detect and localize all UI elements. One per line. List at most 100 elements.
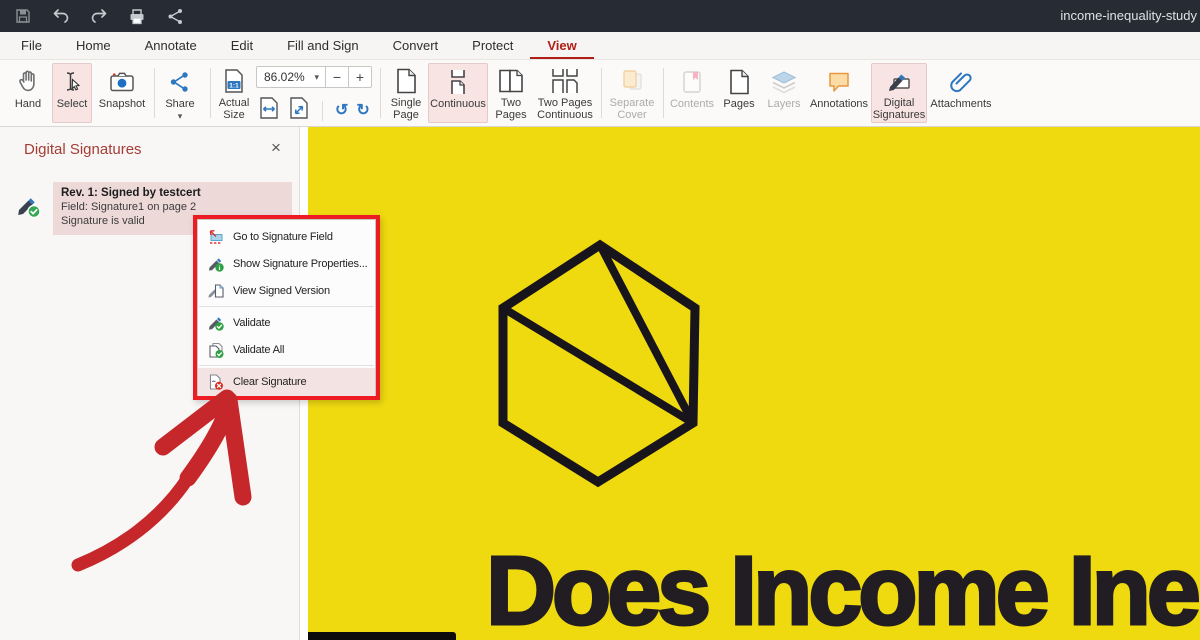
hand-tool-button[interactable]: Hand <box>6 63 50 123</box>
svg-text:1:1: 1:1 <box>229 83 239 90</box>
single-page-button[interactable]: Single Page <box>385 63 427 123</box>
pages-button[interactable]: Pages <box>719 63 759 123</box>
signature-context-menu-callout: Go to Signature Field i Show Signature P… <box>193 215 380 400</box>
menu-item-validate-all[interactable]: Validate All <box>198 336 375 363</box>
continuous-icon <box>446 67 470 97</box>
goto-signature-field-icon <box>208 229 224 245</box>
two-pages-icon <box>497 67 525 96</box>
hand-label: Hand <box>15 98 41 111</box>
zoom-dropdown-caret[interactable]: ▾ <box>314 72 325 83</box>
poster-headline: Does Income Ine <box>486 535 1197 640</box>
share-icon[interactable] <box>166 7 184 25</box>
menu-annotate[interactable]: Annotate <box>128 32 214 59</box>
pages-icon <box>728 67 750 97</box>
share-dropdown-caret: ▾ <box>178 112 183 121</box>
menu-separator <box>199 306 374 307</box>
contents-label: Contents <box>670 98 714 111</box>
two-pages-continuous-button[interactable]: Two Pages Continuous <box>533 63 597 123</box>
menu-edit[interactable]: Edit <box>214 32 270 59</box>
signature-context-menu: Go to Signature Field i Show Signature P… <box>197 219 376 396</box>
menu-item-validate[interactable]: Validate <box>198 309 375 336</box>
snapshot-label: Snapshot <box>99 98 145 111</box>
menu-protect[interactable]: Protect <box>455 32 530 59</box>
save-icon[interactable] <box>14 7 32 25</box>
redo-icon[interactable] <box>90 7 108 25</box>
select-label: Select <box>57 98 88 111</box>
annotations-label: Annotations <box>810 98 868 111</box>
menubar: File Home Annotate Edit Fill and Sign Co… <box>0 32 1200 60</box>
share-button[interactable]: Share ▾ <box>158 63 202 123</box>
clear-signature-icon <box>208 374 224 390</box>
titlebar: income-inequality-study <box>0 0 1200 32</box>
zoom-level-value[interactable]: 86.02% <box>257 70 314 84</box>
digital-signatures-label: Digital Signatures <box>872 97 926 122</box>
menu-home[interactable]: Home <box>59 32 128 59</box>
pdf-page: Does Income Ine <box>308 127 1200 640</box>
panel-close-icon[interactable]: × <box>265 137 287 159</box>
layers-button: Layers <box>761 63 807 123</box>
single-page-label: Single Page <box>386 97 426 122</box>
menu-item-show-signature-properties[interactable]: i Show Signature Properties... <box>198 250 375 277</box>
menu-item-label: Show Signature Properties... <box>233 258 367 270</box>
document-viewport[interactable]: Does Income Ine <box>300 127 1200 640</box>
rotate-right-icon[interactable]: ↻ <box>356 103 369 119</box>
signature-title: Rev. 1: Signed by testcert <box>61 187 284 199</box>
contents-button: Contents <box>667 63 717 123</box>
zoom-in-button[interactable]: + <box>349 69 371 85</box>
toolbar: Hand Select Snapshot Share ▾ 1:1 Actual … <box>0 60 1200 127</box>
actual-size-button[interactable]: 1:1 Actual Size <box>213 63 255 123</box>
select-tool-button[interactable]: Select <box>52 63 92 123</box>
digital-signatures-button[interactable]: Digital Signatures <box>871 63 927 123</box>
attachments-label: Attachments <box>930 98 991 111</box>
signature-valid-icon <box>16 193 42 224</box>
poster-footer-bar <box>308 632 456 640</box>
pages-label: Pages <box>723 98 754 111</box>
menu-item-goto-signature-field[interactable]: Go to Signature Field <box>198 223 375 250</box>
menu-item-label: Clear Signature <box>233 376 306 388</box>
two-pages-label: Two Pages <box>491 97 531 122</box>
window-title: income-inequality-study <box>1060 0 1197 32</box>
layers-icon <box>770 67 798 97</box>
menu-item-clear-signature[interactable]: Clear Signature <box>198 368 375 396</box>
single-page-icon <box>395 67 417 96</box>
menu-file[interactable]: File <box>4 32 59 59</box>
hexagon-logo <box>488 227 718 502</box>
snapshot-button[interactable]: Snapshot <box>94 63 150 123</box>
fit-width-icon[interactable] <box>258 96 280 125</box>
continuous-label: Continuous <box>430 98 486 111</box>
actual-size-label: Actual Size <box>213 97 255 122</box>
signature-field-info: Field: Signature1 on page 2 <box>61 201 284 213</box>
zoom-out-button[interactable]: − <box>326 69 348 85</box>
zoom-level-control[interactable]: 86.02% ▾ − + <box>256 66 372 88</box>
rotate-left-icon[interactable]: ↺ <box>335 103 348 119</box>
undo-icon[interactable] <box>52 7 70 25</box>
fit-page-icon[interactable] <box>288 96 310 125</box>
menu-item-view-signed-version[interactable]: View Signed Version <box>198 277 375 304</box>
share-nodes-icon <box>168 67 192 97</box>
contents-icon <box>681 67 703 97</box>
continuous-button[interactable]: Continuous <box>428 63 488 123</box>
share-label: Share <box>165 98 194 111</box>
actual-size-icon: 1:1 <box>223 67 245 96</box>
annotations-icon <box>826 67 852 97</box>
view-signed-version-icon <box>208 283 224 299</box>
snapshot-icon <box>108 67 136 97</box>
attachments-button[interactable]: Attachments <box>929 63 993 123</box>
two-pages-continuous-label: Two Pages Continuous <box>534 97 596 122</box>
print-icon[interactable] <box>128 7 146 25</box>
layers-label: Layers <box>767 98 800 111</box>
menu-item-label: Validate All <box>233 344 284 356</box>
annotations-button[interactable]: Annotations <box>809 63 869 123</box>
menu-item-label: Validate <box>233 317 270 329</box>
digital-signatures-icon <box>885 67 913 96</box>
menu-fill-and-sign[interactable]: Fill and Sign <box>270 32 376 59</box>
menu-view[interactable]: View <box>530 32 593 59</box>
panel-title: Digital Signatures <box>24 141 142 158</box>
signature-properties-icon: i <box>208 256 224 272</box>
validate-icon <box>208 315 224 331</box>
separate-cover-button: Separate Cover <box>605 63 659 123</box>
svg-text:i: i <box>219 265 221 272</box>
menu-convert[interactable]: Convert <box>376 32 456 59</box>
two-pages-button[interactable]: Two Pages <box>491 63 531 123</box>
two-pages-continuous-icon <box>550 67 580 96</box>
